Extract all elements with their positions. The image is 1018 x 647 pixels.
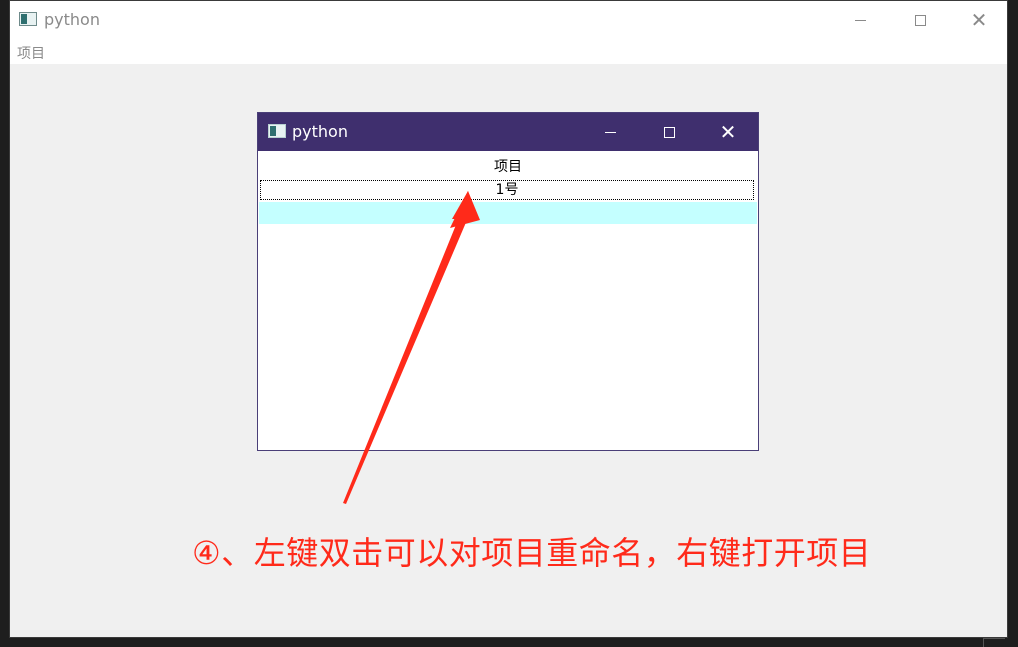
dialog-maximize-button[interactable]	[640, 113, 698, 151]
close-button[interactable]: ✕	[950, 1, 1008, 39]
app-window-icon	[19, 12, 37, 26]
list-header: 项目	[494, 159, 522, 175]
dialog-close-button[interactable]: ✕	[699, 113, 757, 151]
list-hover-row[interactable]	[259, 202, 757, 224]
close-icon: ✕	[970, 8, 988, 32]
project-dialog: python ✕ 项目 1号	[257, 112, 759, 451]
app-window-icon	[268, 124, 286, 138]
main-title-bar[interactable]: python ✕	[10, 1, 1007, 39]
dialog-title: python	[292, 122, 348, 141]
list-item[interactable]: 1号	[260, 180, 754, 200]
minimize-icon	[854, 19, 866, 21]
dialog-title-bar[interactable]: python ✕	[258, 113, 758, 151]
annotation-text: ④、左键双击可以对项目重命名，右键打开项目	[192, 534, 872, 572]
maximize-button[interactable]	[891, 1, 949, 39]
menu-item-project[interactable]: 项目	[17, 43, 45, 63]
main-window-title: python	[44, 10, 100, 29]
close-icon: ✕	[719, 120, 737, 144]
resize-corner	[983, 638, 1005, 647]
minimize-icon	[604, 131, 616, 133]
minimize-button[interactable]	[831, 1, 889, 39]
maximize-icon	[663, 126, 675, 138]
maximize-icon	[914, 14, 926, 26]
dialog-minimize-button[interactable]	[581, 113, 639, 151]
menu-bar: 项目	[10, 39, 1007, 64]
project-list[interactable]: 项目 1号	[258, 151, 758, 450]
